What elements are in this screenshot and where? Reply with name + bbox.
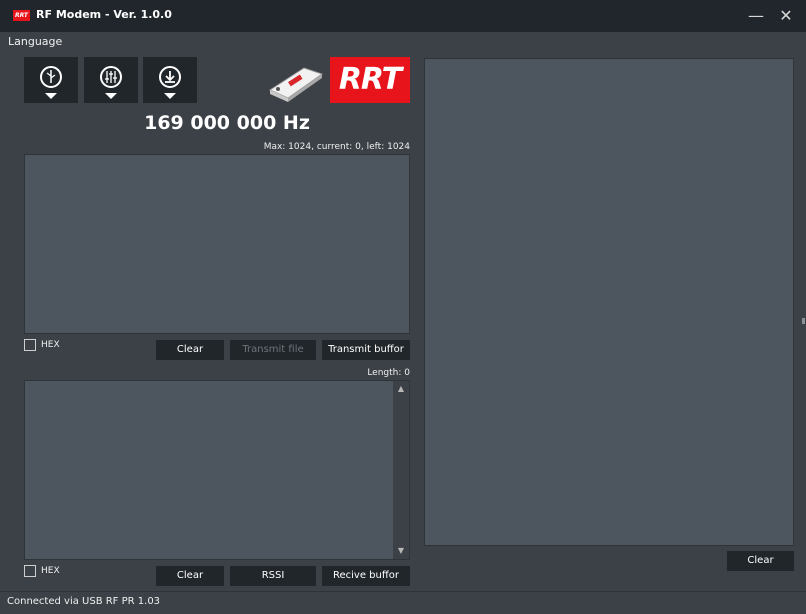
receive-scrollbar[interactable]: ▲ ▼: [393, 381, 409, 559]
rrt-logo: RRT: [330, 57, 410, 103]
transmit-file-button[interactable]: Transmit file: [230, 340, 316, 360]
transmit-clear-button[interactable]: Clear: [156, 340, 224, 360]
receive-clear-button[interactable]: Clear: [156, 566, 224, 586]
settings-button[interactable]: [84, 57, 138, 103]
receive-textbox[interactable]: [24, 380, 410, 560]
usb-connect-icon: [40, 66, 62, 99]
status-text: Connected via USB RF PR 1.03: [7, 596, 161, 607]
usb-connect-button[interactable]: [24, 57, 78, 103]
receive-hex-checkbox[interactable]: [24, 565, 36, 577]
window-title: RF Modem - Ver. 1.0.0: [36, 8, 172, 21]
transmit-hex-label: HEX: [41, 340, 60, 350]
title-bar: RRT RF Modem - Ver. 1.0.0 — ✕: [0, 0, 806, 32]
frequency-display: 169 000 000 Hz: [144, 112, 310, 134]
rssi-button[interactable]: RSSI: [230, 566, 316, 586]
app-logo: RRT: [13, 10, 30, 21]
status-bar: Connected via USB RF PR 1.03: [0, 591, 806, 614]
log-panel[interactable]: [424, 58, 794, 546]
menu-bar: Language: [0, 32, 806, 52]
transmit-textbox[interactable]: [24, 154, 410, 334]
resize-handle[interactable]: [802, 318, 805, 324]
download-button[interactable]: [143, 57, 197, 103]
receive-length: Length: 0: [367, 368, 410, 378]
close-button[interactable]: ✕: [768, 0, 804, 32]
receive-hex-label: HEX: [41, 566, 60, 576]
log-clear-button[interactable]: Clear: [727, 551, 794, 571]
scroll-up-arrow[interactable]: ▲: [393, 383, 409, 395]
transmit-limits: Max: 1024, current: 0, left: 1024: [263, 142, 410, 152]
scroll-down-arrow[interactable]: ▼: [393, 545, 409, 557]
receive-buffer-button[interactable]: Recive buffor: [322, 566, 410, 586]
transmit-hex-checkbox[interactable]: [24, 339, 36, 351]
rf-modem-device-image: [268, 67, 324, 102]
download-icon: [159, 66, 181, 99]
menu-language[interactable]: Language: [8, 35, 62, 48]
settings-sliders-icon: [100, 66, 122, 99]
transmit-buffer-button[interactable]: Transmit buffor: [322, 340, 410, 360]
